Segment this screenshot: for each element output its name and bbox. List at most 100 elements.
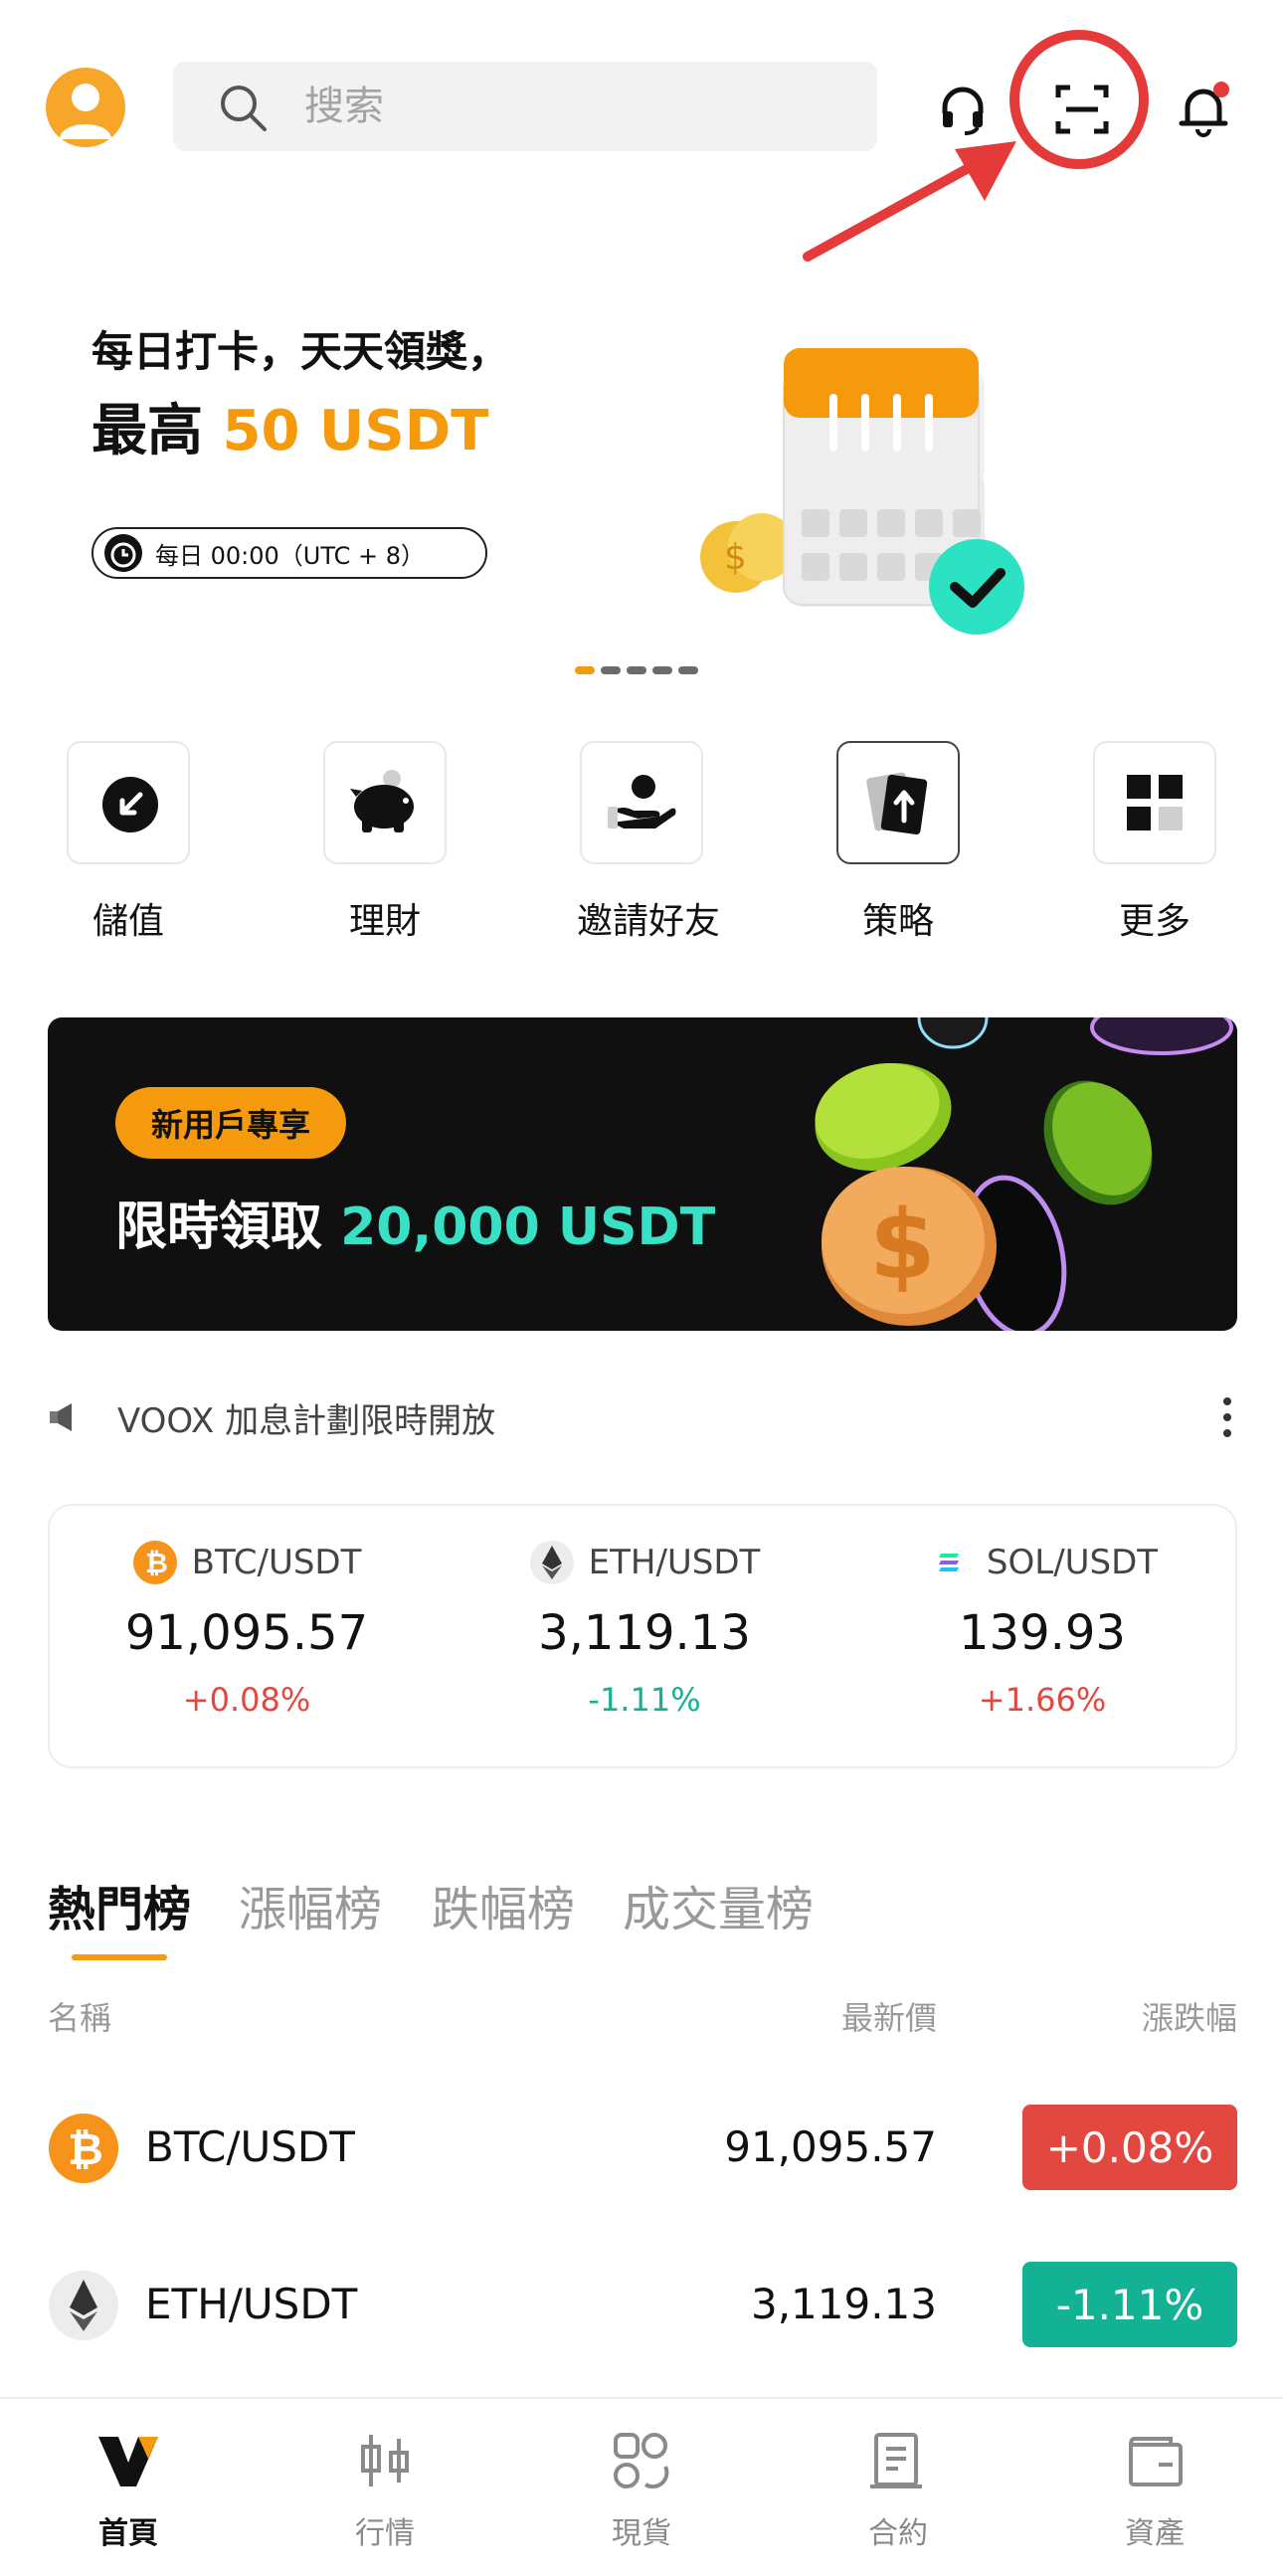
banner-headline: 每日打卡，天天領獎，: [92, 327, 510, 376]
row-pair: BTC/USDT: [145, 2122, 355, 2171]
home-logo-icon: [98, 2437, 158, 2486]
column-change: 漲跌幅: [1141, 1999, 1237, 2037]
nav-label: 首頁: [98, 2516, 158, 2551]
tab-gainers[interactable]: 漲幅榜: [239, 1870, 382, 1939]
bell-icon: [1179, 82, 1229, 137]
nav-label: 合約: [868, 2516, 928, 2551]
search-bar[interactable]: [173, 62, 877, 151]
nav-market[interactable]: 行情: [285, 2429, 484, 2552]
active-tab-indicator: [72, 1954, 167, 1960]
quick-action-deposit[interactable]: 儲值: [64, 741, 193, 944]
ranking-tabs: 熱門榜 漲幅榜 跌幅榜 成交量榜: [48, 1870, 1237, 1960]
quick-action-invite[interactable]: 邀請好友: [577, 741, 721, 944]
promo-title-amount: 20,000 USDT: [340, 1197, 716, 1257]
carousel-dot-active: [575, 666, 595, 674]
announcement-text: VOOX 加息計劃限時開放: [117, 1400, 496, 1441]
row-change-badge: -1.11%: [1022, 2262, 1237, 2347]
carousel-dot: [601, 666, 621, 674]
carousel-dot: [678, 666, 698, 674]
coins-illustration: $: [815, 1017, 1233, 1331]
table-row[interactable]: ETH/USDT 3,119.13 -1.11%: [48, 2248, 1237, 2357]
ticker-card: ₿ BTC/USDT 91,095.57 +0.08% ETH/USDT 3,1…: [48, 1504, 1237, 1768]
row-change-badge: +0.08%: [1022, 2105, 1237, 2190]
carousel-dot: [627, 666, 646, 674]
banner-reward-prefix: 最高: [92, 399, 223, 463]
nav-spot[interactable]: 現貨: [542, 2429, 741, 2552]
alarm-clock-icon: [104, 534, 142, 572]
more-vertical-icon[interactable]: [1217, 1395, 1237, 1439]
invite-icon: [608, 775, 676, 828]
svg-text:₿: ₿: [68, 2124, 103, 2175]
eth-coin-icon: [529, 1541, 574, 1584]
contract-icon: [870, 2433, 922, 2488]
new-user-promo-banner[interactable]: 新用戶專享 限時領取 20,000 USDT $: [48, 1017, 1237, 1331]
quick-action-icon-box: [580, 741, 703, 864]
top-bar: [0, 0, 1283, 262]
announcement-bar[interactable]: VOOX 加息計劃限時開放: [48, 1387, 1237, 1447]
tab-losers[interactable]: 跌幅榜: [432, 1870, 575, 1939]
svg-text:$: $: [724, 537, 747, 578]
column-name: 名稱: [48, 1999, 112, 2037]
user-icon: [60, 84, 111, 139]
nav-label: 現貨: [612, 2516, 671, 2551]
search-input[interactable]: [304, 62, 841, 151]
market-candles-icon: [361, 2435, 409, 2486]
ticker-price: 3,119.13: [538, 1605, 751, 1661]
ticker-sol[interactable]: SOL/USDT 139.93 +1.66%: [873, 1540, 1211, 1719]
promo-title: 限時領取 20,000 USDT: [115, 1185, 715, 1259]
quick-action-label: 更多: [1118, 901, 1191, 942]
ticker-change: +1.66%: [978, 1681, 1107, 1719]
notifications-button[interactable]: [1154, 60, 1253, 159]
more-grid-icon: [1127, 775, 1183, 830]
checkin-banner[interactable]: 每日打卡，天天領獎， 最高 50 USDT 每日 00:00（UTC + 8） …: [0, 229, 1283, 674]
svg-text:₿: ₿: [145, 1547, 168, 1579]
btc-coin-icon: ₿: [132, 1541, 177, 1584]
ticker-pair-label: BTC/USDT: [191, 1543, 362, 1582]
nav-contract[interactable]: 合約: [799, 2429, 998, 2552]
row-pair: ETH/USDT: [145, 2280, 358, 2328]
ticker-change: -1.11%: [588, 1681, 701, 1719]
quick-action-icon-box: [67, 741, 190, 864]
promo-tag: 新用戶專享: [115, 1087, 347, 1159]
quick-action-label: 儲值: [92, 901, 164, 942]
ticker-pair-label: SOL/USDT: [986, 1543, 1159, 1582]
quick-action-more[interactable]: 更多: [1090, 741, 1219, 944]
ticker-price: 91,095.57: [124, 1605, 369, 1661]
ticker-eth[interactable]: ETH/USDT 3,119.13 -1.11%: [475, 1540, 814, 1719]
quick-action-icon-box: [836, 741, 960, 864]
table-row[interactable]: ₿ BTC/USDT 91,095.57 +0.08%: [48, 2091, 1237, 2200]
ticker-pair: ₿ BTC/USDT: [78, 1540, 416, 1585]
banner-reward-amount: 50 USDT: [222, 399, 489, 463]
quick-action-icon-box: [323, 741, 447, 864]
quick-action-strategy[interactable]: 策略: [833, 741, 963, 944]
nav-label: 行情: [355, 2516, 415, 2551]
nav-home[interactable]: 首頁: [29, 2429, 228, 2552]
search-icon: [221, 86, 267, 131]
carousel-dot: [652, 666, 672, 674]
row-price: 91,095.57: [724, 2122, 937, 2171]
tab-volume[interactable]: 成交量榜: [623, 1870, 814, 1939]
quick-action-finance[interactable]: 理財: [320, 741, 450, 944]
ticker-pair: SOL/USDT: [873, 1540, 1211, 1585]
sol-coin-icon: [927, 1541, 972, 1584]
spot-icon: [614, 2433, 669, 2489]
speaker-icon: [50, 1403, 72, 1431]
piggy-bank-icon: [350, 770, 414, 832]
row-price: 3,119.13: [750, 2280, 937, 2328]
table-header: 名稱 最新價 漲跌幅: [48, 1993, 1237, 2043]
banner-time-pill: 每日 00:00（UTC + 8）: [92, 527, 487, 579]
quick-actions: 儲值 理財 邀請好友 策略 更多: [0, 741, 1283, 950]
ticker-pair: ETH/USDT: [475, 1540, 814, 1585]
carousel-indicator: [575, 666, 698, 674]
tab-hot[interactable]: 熱門榜: [48, 1870, 191, 1939]
banner-time-text: 每日 00:00（UTC + 8）: [155, 541, 426, 570]
bottom-navigation: 首頁 行情 現貨 合約 資產: [0, 2397, 1283, 2576]
ticker-btc[interactable]: ₿ BTC/USDT 91,095.57 +0.08%: [78, 1540, 416, 1719]
nav-assets[interactable]: 資產: [1055, 2429, 1254, 2552]
ticker-pair-label: ETH/USDT: [588, 1543, 761, 1582]
avatar[interactable]: [46, 68, 125, 147]
column-price: 最新價: [840, 1999, 937, 2037]
quick-action-label: 策略: [861, 901, 934, 942]
quick-action-icon-box: [1093, 741, 1216, 864]
quick-action-label: 邀請好友: [577, 901, 721, 942]
